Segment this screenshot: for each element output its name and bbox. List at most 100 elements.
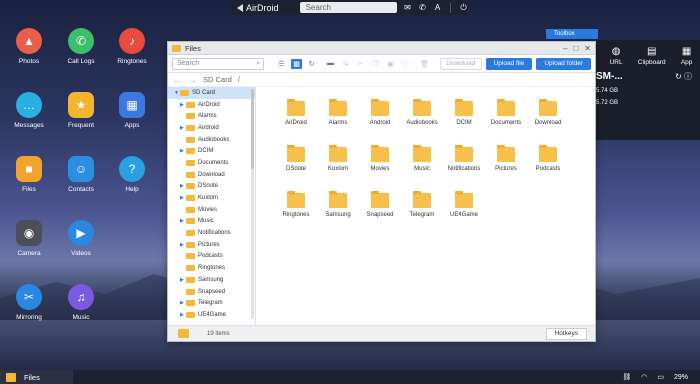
download-button[interactable]: Download — [439, 57, 482, 70]
breadcrumb-sdcard[interactable]: SD Card — [203, 75, 232, 84]
url-button[interactable]: ◍ URL — [610, 46, 623, 66]
new-folder-icon[interactable]: ▬ — [325, 59, 336, 69]
folder-item[interactable]: Telegram — [401, 191, 443, 218]
maximize-icon[interactable]: □ — [573, 44, 578, 53]
mail-icon[interactable]: ✉ — [403, 3, 412, 12]
tree-item[interactable]: ▶ Samsung — [168, 274, 255, 286]
tree-scrollbar[interactable] — [251, 89, 254, 319]
folder-item[interactable]: Pictures — [485, 145, 527, 172]
tree-item[interactable]: Podcasts — [168, 251, 255, 263]
phone-icon[interactable]: ✆ — [418, 3, 427, 12]
tree-item[interactable]: Movies — [168, 204, 255, 216]
desktop-app-frequent[interactable]: ★ Frequent — [61, 92, 101, 129]
font-icon[interactable]: A — [433, 3, 442, 12]
folder-item[interactable]: AirDroid — [275, 99, 317, 126]
folder-item[interactable]: Movies — [359, 145, 401, 172]
desktop-app-videos[interactable]: ▶ Videos — [61, 220, 101, 257]
desktop-app-music[interactable]: ♫ Music — [61, 284, 101, 321]
folder-icon — [186, 206, 195, 213]
window-toolbar: Search ⌕ ☰ ▦ ↻ ▬ ⇆ ✂ ❐ ▣ ⓘ 🗑 Download Up… — [168, 55, 595, 73]
forward-arrow-icon[interactable]: → — [188, 75, 197, 85]
window-titlebar[interactable]: Files – □ ✕ — [168, 42, 595, 55]
folder-item[interactable]: Audiobooks — [401, 99, 443, 126]
desktop-app-apps[interactable]: ▦ Apps — [112, 92, 152, 129]
desktop-app-messages[interactable]: … Messages — [9, 92, 49, 129]
copy-icon[interactable]: ❐ — [370, 59, 381, 69]
delete-icon[interactable]: 🗑 — [419, 59, 430, 69]
folder-icon — [186, 101, 195, 108]
clipboard-label: Clipboard — [637, 59, 666, 66]
tree-item[interactable]: ▶ AirDroid — [168, 99, 255, 111]
toolbox-tab[interactable]: Toolbox — [546, 29, 598, 39]
tree-item[interactable]: Alarms — [168, 110, 255, 122]
link-icon[interactable]: ⛓ — [622, 373, 631, 381]
folder-icon — [186, 265, 195, 272]
clipboard-button[interactable]: ▤ Clipboard — [638, 46, 666, 66]
files-search-input[interactable]: Search ⌕ — [172, 57, 264, 70]
desktop-app-contacts[interactable]: ☺ Contacts — [61, 156, 101, 193]
close-icon[interactable]: ✕ — [584, 44, 591, 53]
cut-icon[interactable]: ✂ — [355, 59, 366, 69]
info-icon[interactable]: ⓘ — [400, 59, 411, 69]
tree-item[interactable]: Audiobooks — [168, 134, 255, 146]
taskbar-files-button[interactable]: Files — [0, 370, 73, 384]
folder-item[interactable]: DSnote — [275, 145, 317, 172]
upload-file-button[interactable]: Upload file — [485, 57, 533, 70]
folder-item[interactable]: Alarms — [317, 99, 359, 126]
tree-item[interactable]: ▶ Telegram — [168, 297, 255, 309]
folder-item[interactable]: Podcasts — [527, 145, 569, 172]
music-icon: ♫ — [68, 284, 94, 310]
breadcrumb: ← → SD Card / — [168, 73, 595, 87]
back-arrow-icon[interactable]: ← — [173, 75, 182, 85]
tree-item[interactable]: ▶ Android — [168, 122, 255, 134]
tree-item[interactable]: ▶ Music — [168, 216, 255, 228]
refresh-icon[interactable]: ↻ — [306, 59, 317, 69]
desktop-app-call-logs[interactable]: ✆ Call Logs — [61, 28, 101, 65]
desktop-app-files[interactable]: ■ Files — [9, 156, 49, 193]
airdroid-logo-icon — [237, 3, 243, 12]
tree-item[interactable]: Download — [168, 169, 255, 181]
folder-item[interactable]: Music — [401, 145, 443, 172]
folder-item[interactable]: Snapseed — [359, 191, 401, 218]
desktop-app-help[interactable]: ? Help — [112, 156, 152, 193]
app-button[interactable]: ▦ App — [681, 46, 693, 66]
folder-item[interactable]: Ringtones — [275, 191, 317, 218]
tree-item[interactable]: Notifications — [168, 227, 255, 239]
power-icon[interactable]: ⏻ — [459, 3, 468, 12]
photos-icon: ▲ — [16, 28, 42, 54]
desktop-app-camera[interactable]: ◉ Camera — [9, 220, 49, 257]
folder-item[interactable]: UE4Game — [443, 191, 485, 218]
upload-folder-button[interactable]: Upload folder — [536, 57, 591, 70]
tree-item-sd-card[interactable]: ▼ SD Card — [168, 87, 255, 99]
move-icon[interactable]: ⇆ — [340, 59, 351, 69]
hotkeys-button[interactable]: Hotkeys — [545, 327, 587, 340]
topbar-search-input[interactable]: Search — [299, 2, 397, 13]
tree-item[interactable]: Snapseed — [168, 286, 255, 298]
tree-item[interactable]: ▶ Pictures — [168, 239, 255, 251]
tree-item[interactable]: ▶ Kuxlom — [168, 192, 255, 204]
folder-item[interactable]: Documents — [485, 99, 527, 126]
grid-view-icon[interactable]: ▦ — [291, 58, 302, 69]
refresh-info-icons[interactable]: ↻ ⓘ — [675, 71, 692, 82]
folder-item[interactable]: Kuxlom — [317, 145, 359, 172]
minimize-icon[interactable]: – — [563, 44, 567, 53]
desktop-app-mirroring[interactable]: ✂ Mirroring — [9, 284, 49, 321]
tree-item[interactable]: Documents — [168, 157, 255, 169]
list-view-icon[interactable]: ☰ — [276, 59, 287, 69]
folder-item[interactable]: Samsung — [317, 191, 359, 218]
tree-item[interactable]: ▶ DCIM — [168, 145, 255, 157]
folder-item[interactable]: DCIM — [443, 99, 485, 126]
desktop-app-photos[interactable]: ▲ Photos — [9, 28, 49, 65]
tree-item[interactable]: Ringtones — [168, 262, 255, 274]
tree-item[interactable]: ▶ DSnote — [168, 181, 255, 193]
contacts-icon: ☺ — [68, 156, 94, 182]
paste-icon[interactable]: ▣ — [385, 59, 396, 69]
tree-item[interactable]: ▶ UE4Game — [168, 309, 255, 321]
folder-item[interactable]: Notifications — [443, 145, 485, 172]
folder-tree: ▼ SD Card ▶ AirDroid Alarms ▶ Android Audiobo… — [168, 87, 256, 327]
scrollbar-thumb[interactable] — [251, 89, 254, 169]
folder-item[interactable]: Android — [359, 99, 401, 126]
folder-item[interactable]: Download — [527, 99, 569, 126]
topbar-divider — [450, 2, 451, 13]
desktop-app-ringtones[interactable]: ♪ Ringtones — [112, 28, 152, 65]
